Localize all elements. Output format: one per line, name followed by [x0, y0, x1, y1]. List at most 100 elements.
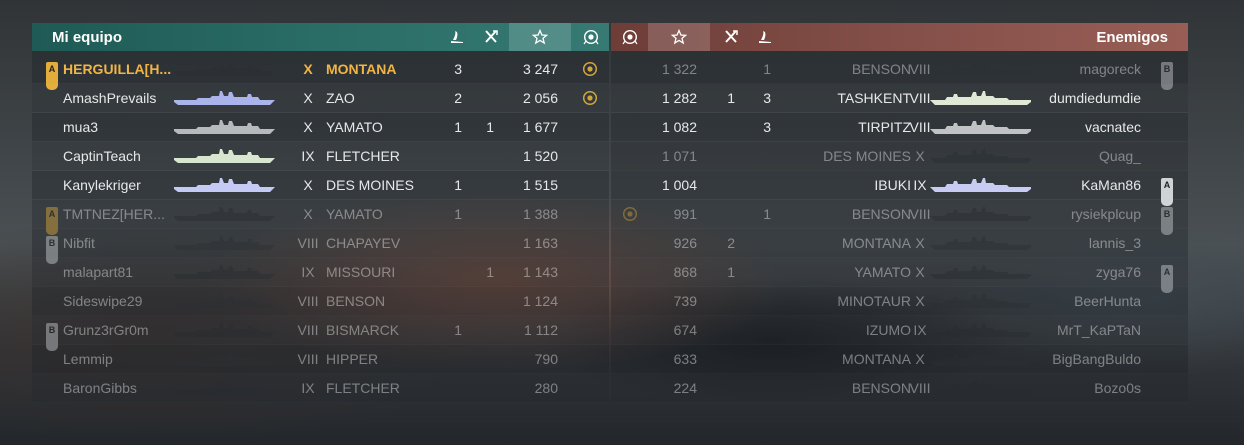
kills-count	[442, 374, 462, 402]
ship-silhouette-icon	[172, 345, 276, 373]
player-row[interactable]: 1 004 IBUKI IX KaMan86 A	[611, 171, 1188, 206]
planes-count	[476, 287, 494, 315]
planes-destroyed-icon[interactable]	[440, 23, 474, 51]
player-row[interactable]: 926 2 MONTANA Xlannis_3	[611, 229, 1188, 258]
base-xp-star-icon[interactable]	[648, 23, 710, 51]
base-xp: 1 520	[522, 148, 558, 164]
player-row[interactable]: CaptinTeach IX FLETCHER 1 520	[32, 142, 609, 171]
player-row[interactable]: 674 IZUMO IX MrT_KaPTaN	[611, 316, 1188, 345]
player-row[interactable]: Sideswipe29 VIII BENSON 1 124	[32, 287, 609, 316]
base-xp: 1 515	[522, 177, 558, 193]
ship-tier: IX	[301, 380, 315, 396]
planes-count	[717, 113, 735, 141]
ship-kills-icon[interactable]	[474, 23, 508, 51]
my-team-header: Mi equipo	[32, 23, 609, 51]
ship-tier: X	[303, 90, 313, 106]
player-name: lannis_3	[1088, 235, 1141, 251]
planes-count: 1	[727, 264, 735, 280]
ship-name: BISMARCK	[326, 322, 400, 338]
base-xp: 739	[673, 293, 697, 309]
player-row[interactable]: mua3 X YAMATO 1 1 1 677	[32, 113, 609, 142]
ship-tier: IX	[301, 264, 315, 280]
kills-count	[442, 229, 462, 257]
my-team-title: Mi equipo	[52, 28, 122, 46]
base-xp: 1 282	[661, 90, 697, 106]
planes-count	[717, 316, 735, 344]
player-row[interactable]: 868 1 YAMATO Xzyga76 A	[611, 258, 1188, 293]
kills-count: 1	[454, 322, 462, 338]
ship-tier: X	[303, 119, 313, 135]
ship-name: YAMATO	[326, 206, 383, 222]
base-xp: 790	[534, 351, 558, 367]
base-xp: 1 163	[522, 235, 558, 251]
player-row[interactable]: 633 MONTANA X BigBangBuldo	[611, 345, 1188, 374]
player-row[interactable]: 224 BENSON VIII Bozo0s	[611, 374, 1188, 403]
base-xp: 1 322	[661, 61, 697, 77]
planes-count	[476, 200, 494, 228]
base-xp: 926	[673, 235, 697, 251]
player-row[interactable]: Kanylekriger X DES MOINES 1 1 515	[32, 171, 609, 200]
base-xp: 3 247	[522, 61, 558, 77]
my-team-panel: Mi equipo A HERGUILLA[H... X MONTANA 3 3 247 A…	[32, 23, 609, 403]
scoreboard: Mi equipo A HERGUILLA[H... X MONTANA 3 3 247 A…	[32, 23, 1188, 403]
ship-silhouette-icon	[172, 316, 276, 344]
ship-tier: VIII	[297, 293, 319, 309]
player-row[interactable]: B Nibfit VIII CHAPAYEV 1 163	[32, 229, 609, 264]
ship-silhouette-icon	[172, 287, 276, 315]
player-row[interactable]: BaronGibbs IX FLETCHER 280	[32, 374, 609, 403]
ship-tier: X	[303, 177, 313, 193]
player-name: rysiekplcup	[1070, 206, 1141, 222]
medal-icon	[582, 55, 598, 83]
ship-silhouette-icon	[172, 142, 276, 170]
ship-name: DES MOINES	[823, 148, 911, 164]
kills-count	[751, 229, 771, 257]
player-row[interactable]: 1 282 1 3 TASHKENT VIII dumdiedumdie	[611, 84, 1188, 113]
player-name: BeerHunta	[1074, 293, 1141, 309]
kills-count: 1	[454, 119, 462, 135]
base-xp: 1 388	[522, 206, 558, 222]
ship-name: MONTANA	[842, 351, 911, 367]
kills-count: 3	[763, 119, 771, 135]
player-name: vacnatec	[1084, 119, 1141, 135]
player-row[interactable]: A HERGUILLA[H... X MONTANA 3 3 247	[32, 55, 609, 90]
player-row[interactable]: 1 082 3 TIRPITZ VIII vacnatec	[611, 113, 1188, 142]
base-xp: 1 071	[661, 148, 697, 164]
base-xp: 2 056	[522, 90, 558, 106]
achievement-medal-icon[interactable]	[613, 23, 647, 51]
planes-count: 1	[727, 90, 735, 106]
player-row[interactable]: 1 322 1 BENSON VIII magoreck B	[611, 55, 1188, 90]
player-row[interactable]: AmashPrevails X ZAO 2 2 056	[32, 84, 609, 113]
ship-tier: VIII	[297, 322, 319, 338]
player-row[interactable]: B Grunz3rGr0m VIII BISMARCK 1 1 112	[32, 316, 609, 351]
kills-count	[442, 142, 462, 170]
ship-name: YAMATO	[854, 264, 911, 280]
player-row[interactable]: 991 1 BENSON VIII rysiekplcup B	[611, 200, 1188, 235]
enemy-team-header: Enemigos	[611, 23, 1188, 51]
planes-count	[476, 55, 494, 83]
ship-name: TIRPITZ	[858, 119, 911, 135]
planes-count: 1	[486, 119, 494, 135]
base-xp: 633	[673, 351, 697, 367]
planes-count	[717, 287, 735, 315]
planes-count	[717, 171, 735, 199]
planes-count	[717, 55, 735, 83]
planes-count	[717, 374, 735, 402]
achievement-medal-icon[interactable]	[574, 23, 608, 51]
kills-count	[751, 345, 771, 373]
ship-name: FLETCHER	[326, 148, 400, 164]
player-row[interactable]: A TMTNEZ[HER... X YAMATO 1 1 388	[32, 200, 609, 235]
ship-name: ZAO	[326, 90, 355, 106]
ship-tier: X	[303, 61, 313, 77]
planes-destroyed-icon[interactable]	[748, 23, 782, 51]
ship-kills-icon[interactable]	[714, 23, 748, 51]
ship-name: IBUKI	[874, 177, 911, 193]
ship-name: BENSON	[851, 380, 911, 396]
kills-count: 2	[454, 90, 462, 106]
player-row[interactable]: malapart81 IX MISSOURI 1 1 143	[32, 258, 609, 287]
player-row[interactable]: 1 071 DES MOINES X Quag_	[611, 142, 1188, 171]
base-xp-star-icon[interactable]	[509, 23, 571, 51]
player-row[interactable]: 739 MINOTAUR X BeerHunta	[611, 287, 1188, 316]
player-row[interactable]: Lemmip VIII HIPPER 790	[32, 345, 609, 374]
kills-count: 1	[454, 206, 462, 222]
ship-name: BENSON	[326, 293, 386, 309]
